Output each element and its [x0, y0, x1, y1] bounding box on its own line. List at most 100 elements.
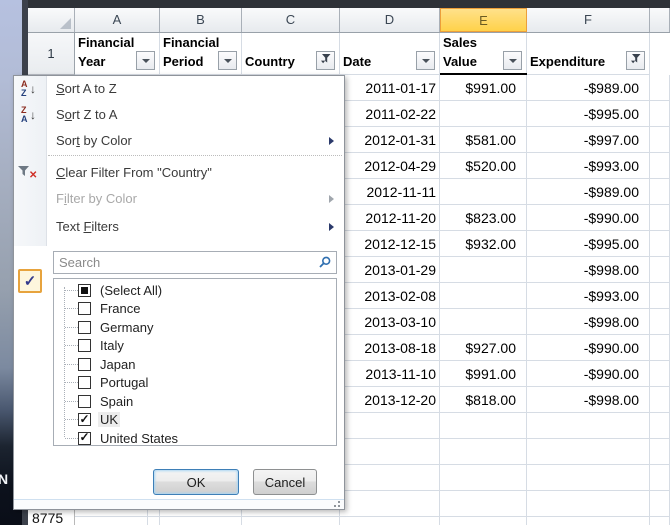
cell-expenditure[interactable]: -$989.00: [527, 75, 650, 100]
cell-sales-value[interactable]: [440, 179, 527, 204]
cell-date[interactable]: 2012-04-29: [340, 153, 440, 178]
menu-item-sort-z-to-a[interactable]: ZA↓Sort Z to A: [14, 102, 344, 128]
cell-g[interactable]: [650, 205, 670, 230]
cell-g[interactable]: [650, 101, 670, 126]
cell-g[interactable]: [650, 283, 670, 308]
column-header-C[interactable]: C: [242, 8, 340, 32]
cell-g[interactable]: [650, 387, 670, 412]
cell-expenditure[interactable]: [527, 491, 650, 516]
cell-sales-value[interactable]: $581.00: [440, 127, 527, 152]
filter-value-france[interactable]: France: [54, 300, 336, 319]
filter-dropdown-button-E[interactable]: [503, 51, 522, 70]
cell-g[interactable]: [650, 491, 670, 516]
checkbox-unchecked[interactable]: [78, 339, 91, 352]
checkbox-unchecked[interactable]: [78, 302, 91, 315]
cell-g[interactable]: [650, 153, 670, 178]
filter-value-uk[interactable]: ✓UK: [54, 411, 336, 430]
filter-active-button-F[interactable]: [626, 51, 645, 70]
cell-sales-value[interactable]: [440, 413, 527, 438]
checkbox-unchecked[interactable]: [78, 395, 91, 408]
search-input[interactable]: [53, 251, 337, 274]
cell-sales-value[interactable]: $927.00: [440, 335, 527, 360]
column-header-E[interactable]: E: [440, 8, 527, 32]
filter-value-germany[interactable]: Germany: [54, 318, 336, 337]
filter-value-italy[interactable]: Italy: [54, 337, 336, 356]
cell-date[interactable]: 2011-01-17: [340, 75, 440, 100]
cell-expenditure[interactable]: -$998.00: [527, 309, 650, 334]
cell-sales-value[interactable]: $520.00: [440, 153, 527, 178]
ok-button[interactable]: OK: [153, 469, 239, 495]
column-header-partial[interactable]: [650, 8, 670, 32]
filter-value-spain[interactable]: Spain: [54, 392, 336, 411]
cell-g[interactable]: [650, 361, 670, 386]
cell-sales-value[interactable]: $823.00: [440, 205, 527, 230]
cell-sales-value[interactable]: $991.00: [440, 361, 527, 386]
cell-g[interactable]: [650, 465, 670, 490]
column-header-F[interactable]: F: [527, 8, 650, 32]
cell-g[interactable]: [650, 179, 670, 204]
filter-value-japan[interactable]: Japan: [54, 355, 336, 374]
cell-sales-value[interactable]: [440, 309, 527, 334]
cell-expenditure[interactable]: [527, 465, 650, 490]
menu-resize-bar[interactable]: [14, 499, 344, 509]
column-header-D[interactable]: D: [340, 8, 440, 32]
cell-date[interactable]: 2013-08-18: [340, 335, 440, 360]
filter-value-select-all[interactable]: (Select All): [54, 281, 336, 300]
cell-date[interactable]: 2013-12-20: [340, 387, 440, 412]
cell-expenditure[interactable]: -$995.00: [527, 101, 650, 126]
cell-sales-value[interactable]: [440, 101, 527, 126]
cell-expenditure[interactable]: -$995.00: [527, 231, 650, 256]
cell-date[interactable]: 2013-03-10: [340, 309, 440, 334]
cell-date[interactable]: 2012-11-20: [340, 205, 440, 230]
menu-item-text-filters[interactable]: Text Filters: [14, 214, 344, 240]
menu-item-sort-a-to-z[interactable]: AZ↓Sort A to Z: [14, 76, 344, 102]
cell-date[interactable]: [340, 517, 440, 525]
cell-expenditure[interactable]: -$998.00: [527, 387, 650, 412]
filter-value-united-states[interactable]: ✓United States: [54, 429, 336, 446]
checkbox-unchecked[interactable]: [78, 358, 91, 371]
cell-date[interactable]: 2013-02-08: [340, 283, 440, 308]
cell-date[interactable]: 2012-12-15: [340, 231, 440, 256]
cancel-button[interactable]: Cancel: [253, 469, 317, 495]
cell-expenditure[interactable]: -$993.00: [527, 153, 650, 178]
cell-expenditure[interactable]: [527, 413, 650, 438]
cell-g[interactable]: [650, 517, 670, 525]
cell-expenditure[interactable]: -$998.00: [527, 257, 650, 282]
filter-value-portugal[interactable]: Portugal: [54, 374, 336, 393]
cell-date[interactable]: [340, 413, 440, 438]
column-header-B[interactable]: B: [160, 8, 242, 32]
cell-date[interactable]: [340, 491, 440, 516]
cell-expenditure[interactable]: -$997.00: [527, 127, 650, 152]
row-header-1[interactable]: 1: [28, 33, 75, 75]
cell-sales-value[interactable]: $991.00: [440, 75, 527, 100]
cell-sales-value[interactable]: $932.00: [440, 231, 527, 256]
cell-g[interactable]: [650, 335, 670, 360]
cell-expenditure[interactable]: [527, 439, 650, 464]
cell-g[interactable]: [650, 413, 670, 438]
cell-date[interactable]: 2013-11-10: [340, 361, 440, 386]
filter-value-list[interactable]: (Select All)FranceGermanyItalyJapanPortu…: [53, 278, 337, 446]
cell-sales-value[interactable]: [440, 257, 527, 282]
column-header-A[interactable]: A: [75, 8, 160, 32]
checkbox-indeterminate[interactable]: [78, 284, 91, 297]
cell-expenditure[interactable]: -$990.00: [527, 335, 650, 360]
cell-c[interactable]: [242, 517, 340, 525]
cell-date[interactable]: 2013-01-29: [340, 257, 440, 282]
cell-date[interactable]: [340, 439, 440, 464]
cell-sales-value[interactable]: [440, 283, 527, 308]
cell-date[interactable]: 2012-11-11: [340, 179, 440, 204]
cell-g[interactable]: [650, 257, 670, 282]
menu-item-sort-by-color[interactable]: Sort by Color: [14, 128, 344, 154]
cell-expenditure[interactable]: [527, 517, 650, 525]
cell-g[interactable]: [650, 75, 670, 100]
cell-expenditure[interactable]: -$993.00: [527, 283, 650, 308]
cell-expenditure[interactable]: -$990.00: [527, 361, 650, 386]
cell-date[interactable]: [340, 465, 440, 490]
filter-dropdown-button-D[interactable]: [416, 51, 435, 70]
checkbox-checked[interactable]: ✓: [78, 413, 91, 426]
cell-sales-value[interactable]: [440, 439, 527, 464]
checkbox-unchecked[interactable]: [78, 376, 91, 389]
filter-dropdown-button-A[interactable]: [136, 51, 155, 70]
cell-expenditure[interactable]: -$989.00: [527, 179, 650, 204]
cell-sales-value[interactable]: [440, 465, 527, 490]
